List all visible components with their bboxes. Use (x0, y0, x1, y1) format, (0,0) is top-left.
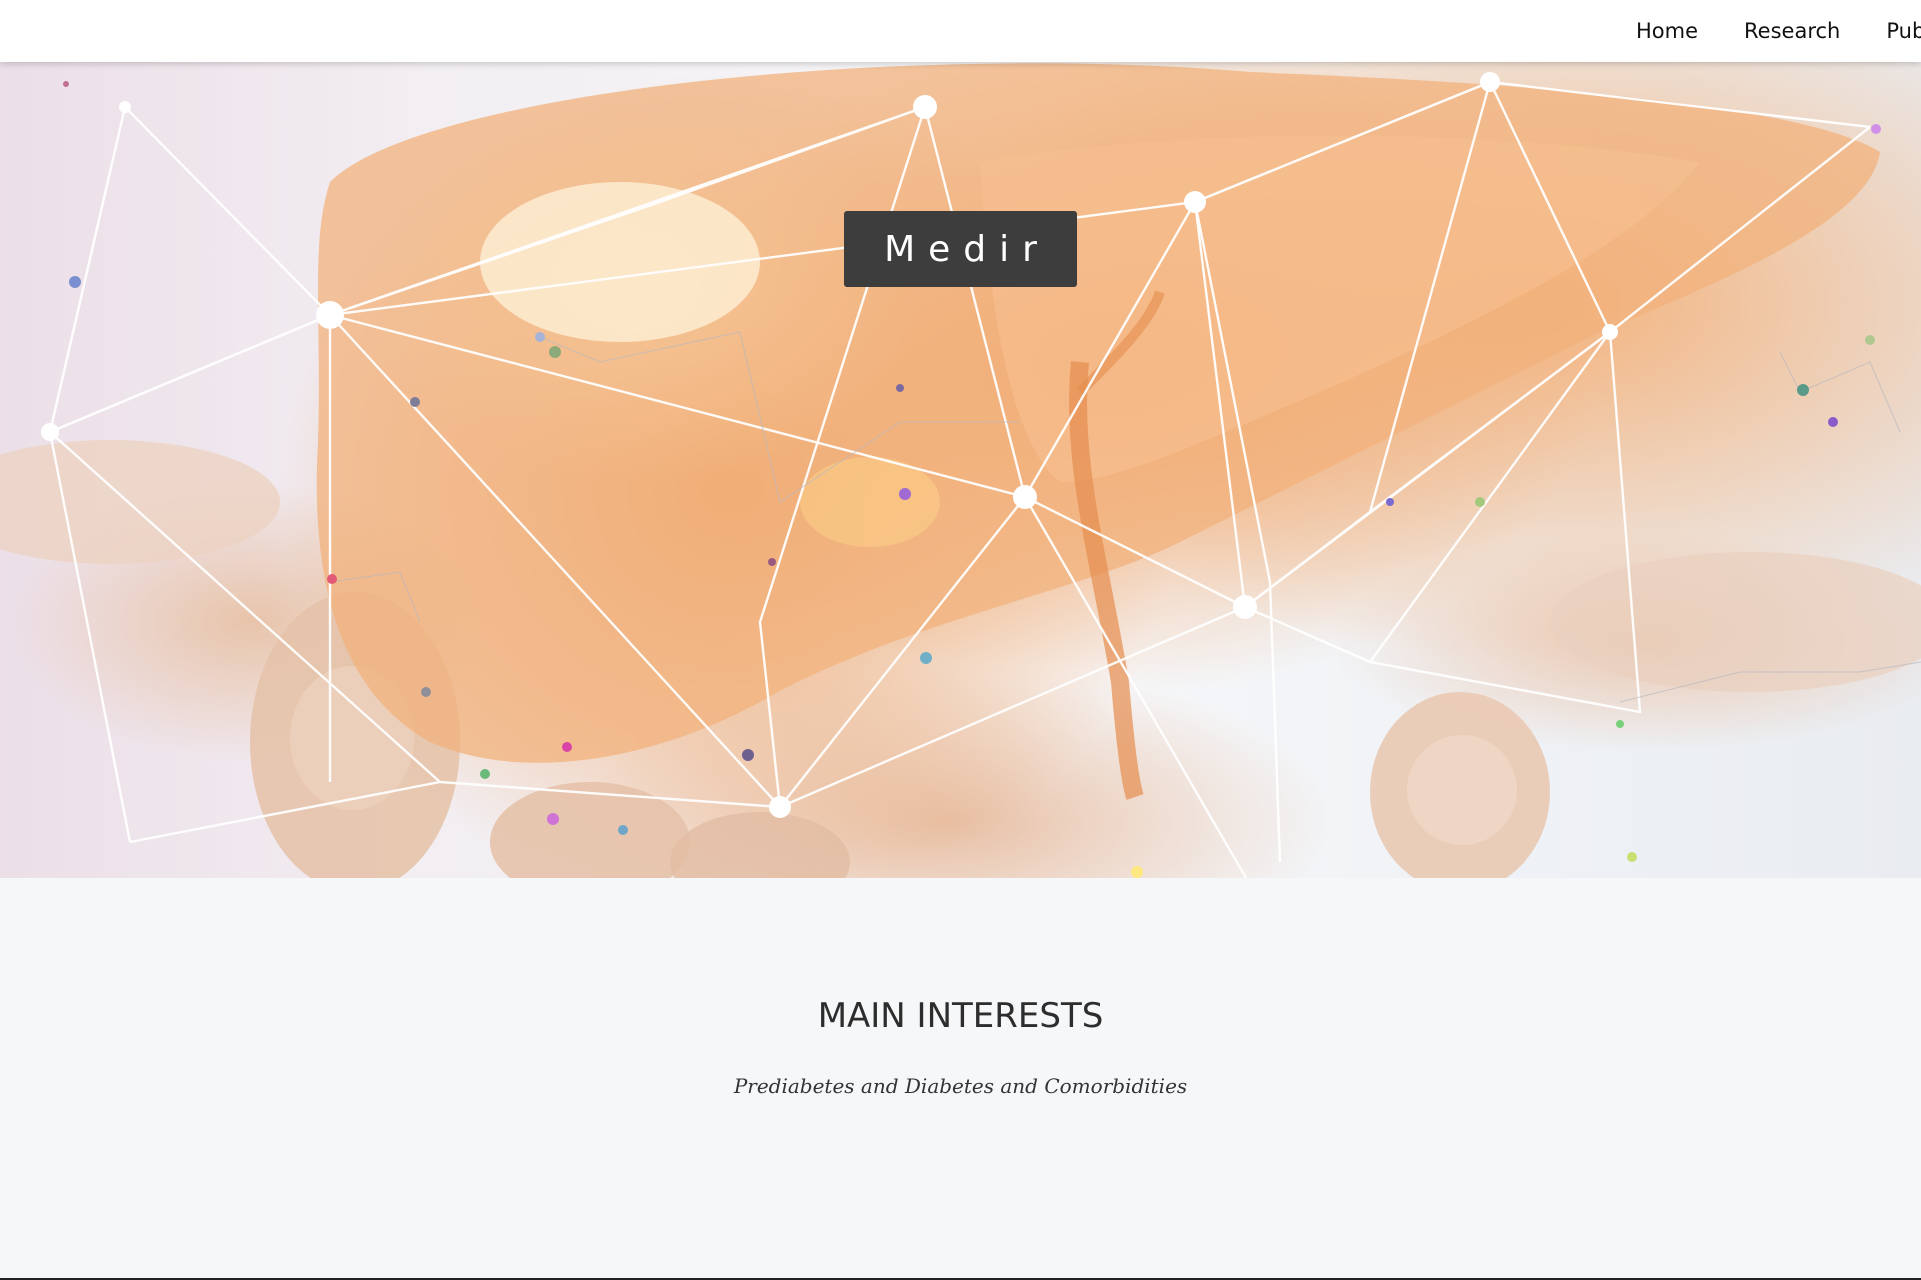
nav-item-home[interactable]: Home (1636, 19, 1698, 43)
section-subtitle: Prediabetes and Diabetes and Comorbiditi… (733, 1074, 1188, 1098)
top-navigation-bar: Home Research Publi (0, 0, 1921, 62)
nav-item-research[interactable]: Research (1744, 19, 1840, 43)
liver-network-illustration (0, 63, 1921, 878)
site-brand-logo[interactable]: Medir (844, 211, 1077, 287)
hero-banner: Medir (0, 62, 1921, 878)
nav-item-publications[interactable]: Publi (1886, 19, 1921, 43)
main-interests-section: MAIN INTERESTS Prediabetes and Diabetes … (0, 878, 1921, 1278)
section-title: MAIN INTERESTS (817, 996, 1104, 1036)
nav-menu: Home Research Publi (1636, 0, 1921, 62)
